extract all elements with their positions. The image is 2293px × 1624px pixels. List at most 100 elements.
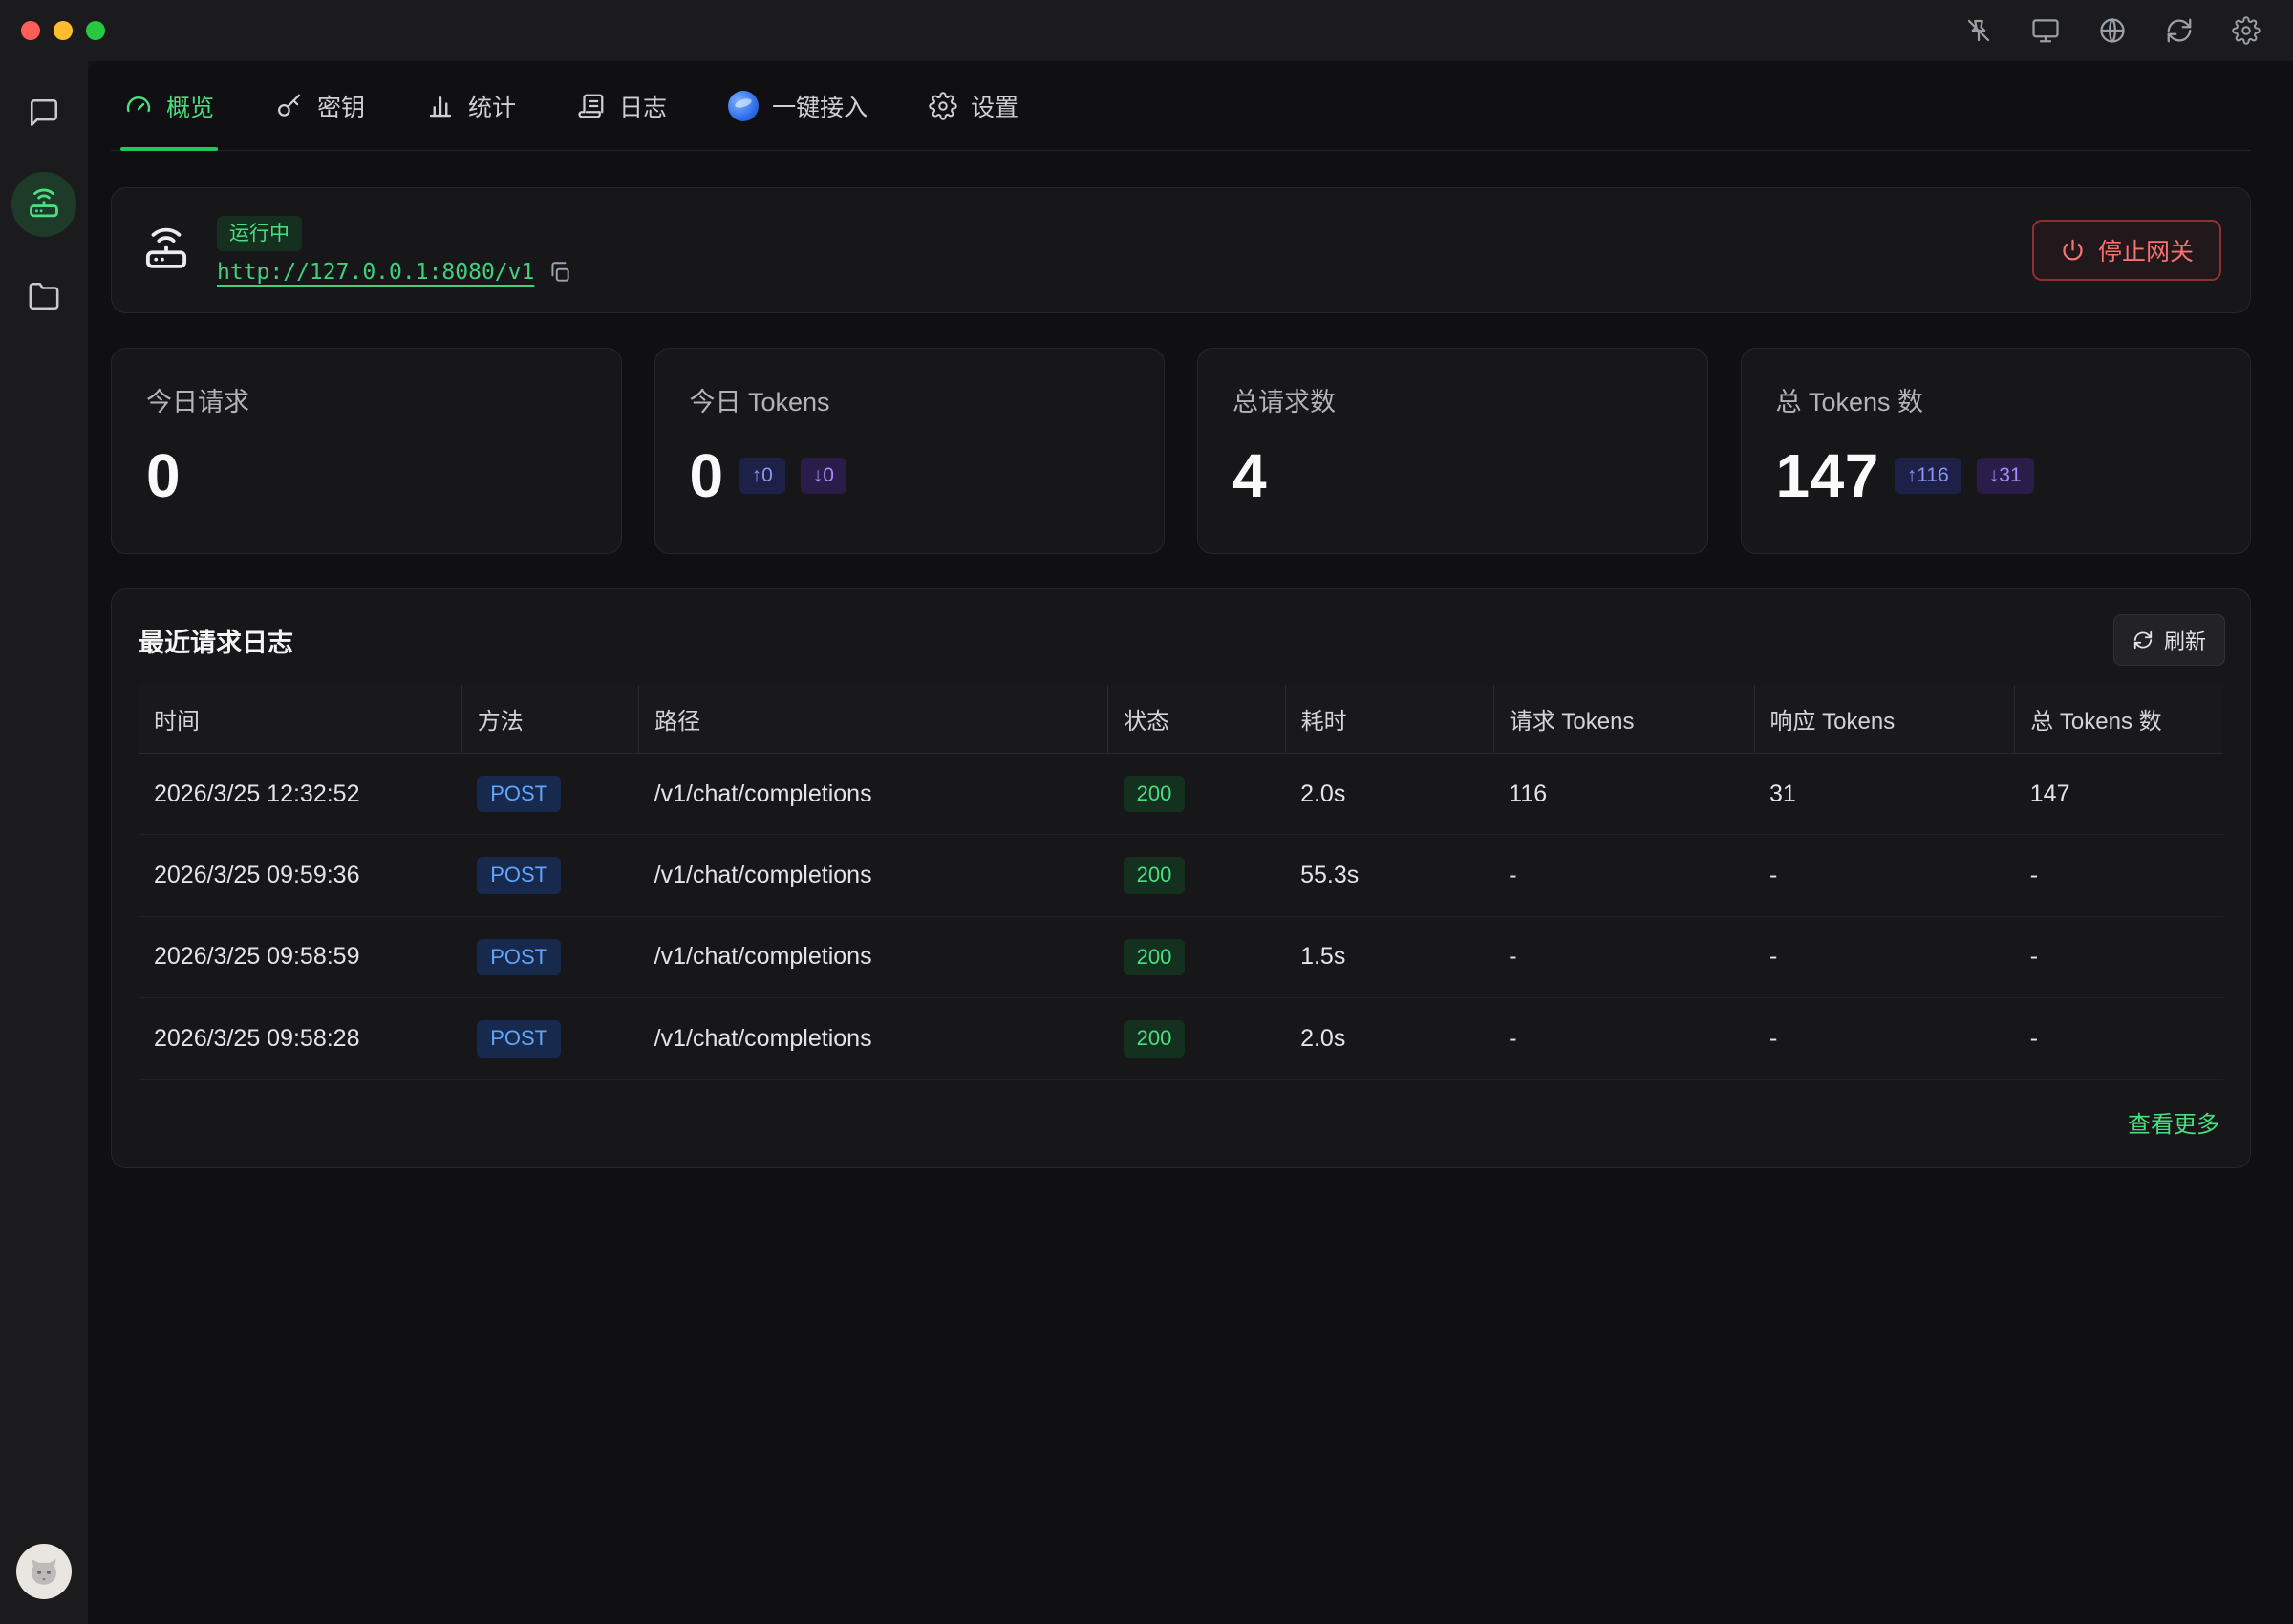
cell-path: /v1/chat/completions bbox=[639, 916, 1108, 997]
tab-label: 统计 bbox=[468, 89, 516, 123]
col-status: 状态 bbox=[1108, 685, 1285, 754]
method-badge: POST bbox=[477, 857, 561, 893]
table-row[interactable]: 2026/3/25 09:58:28 POST /v1/chat/complet… bbox=[139, 998, 2223, 1079]
gateway-url-link[interactable]: http://127.0.0.1:8080/v1 bbox=[217, 260, 534, 285]
refresh-logs-button[interactable]: 刷新 bbox=[2113, 614, 2225, 666]
tab-quick-connect[interactable]: 一键接入 bbox=[728, 61, 868, 150]
table-row[interactable]: 2026/3/25 12:32:52 POST /v1/chat/complet… bbox=[139, 754, 2223, 835]
tab-overview[interactable]: 概览 bbox=[124, 61, 214, 150]
col-total-tokens: 总 Tokens 数 bbox=[2015, 685, 2223, 754]
titlebar bbox=[0, 0, 2293, 61]
cell-req-tokens: - bbox=[1493, 835, 1754, 916]
stat-card-total-requests: 总请求数 4 bbox=[1197, 348, 1708, 554]
stop-gateway-button[interactable]: 停止网关 bbox=[2032, 220, 2221, 281]
stop-gateway-label: 停止网关 bbox=[2098, 233, 2194, 267]
sidebar-item-gateway[interactable] bbox=[11, 172, 76, 237]
tab-logs[interactable]: 日志 bbox=[577, 61, 667, 150]
zoom-window-button[interactable] bbox=[86, 21, 105, 40]
sidebar-item-chat[interactable] bbox=[19, 88, 69, 138]
folder-icon bbox=[28, 280, 60, 312]
tokens-up-badge: ↑116 bbox=[1895, 458, 1961, 493]
tokens-down-badge: ↓31 bbox=[1977, 458, 2034, 493]
status-code-badge: 200 bbox=[1124, 776, 1186, 812]
stat-label: 今日 Tokens bbox=[690, 381, 1130, 418]
cell-duration: 2.0s bbox=[1285, 998, 1493, 1079]
refresh-label: 刷新 bbox=[2164, 625, 2206, 655]
table-row[interactable]: 2026/3/25 09:59:36 POST /v1/chat/complet… bbox=[139, 835, 2223, 916]
tab-label: 设置 bbox=[971, 89, 1018, 123]
cell-res-tokens: 31 bbox=[1754, 754, 2015, 835]
col-res-tokens: 响应 Tokens bbox=[1754, 685, 2015, 754]
cell-req-tokens: - bbox=[1493, 916, 1754, 997]
stat-card-today-tokens: 今日 Tokens 0 ↑0 ↓0 bbox=[654, 348, 1166, 554]
tab-settings[interactable]: 设置 bbox=[929, 61, 1018, 150]
status-code-badge: 200 bbox=[1124, 939, 1186, 975]
method-badge: POST bbox=[477, 776, 561, 812]
col-duration: 耗时 bbox=[1285, 685, 1493, 754]
sidebar-item-files[interactable] bbox=[19, 271, 69, 321]
titlebar-actions bbox=[1964, 16, 2261, 45]
gateway-url-row: http://127.0.0.1:8080/v1 bbox=[217, 260, 572, 285]
globe-icon[interactable] bbox=[2098, 16, 2127, 45]
cell-req-tokens: - bbox=[1493, 998, 1754, 1079]
tab-label: 日志 bbox=[619, 89, 667, 123]
col-path: 路径 bbox=[639, 685, 1108, 754]
settings-icon[interactable] bbox=[2232, 16, 2261, 45]
window-controls bbox=[21, 21, 105, 40]
router-icon bbox=[26, 186, 62, 223]
recent-logs-card: 最近请求日志 刷新 时间 方法 路径 状态 耗时 请求 To bbox=[111, 588, 2251, 1168]
close-window-button[interactable] bbox=[21, 21, 40, 40]
pin-off-icon[interactable] bbox=[1964, 16, 1993, 45]
power-icon bbox=[2060, 238, 2086, 264]
gateway-status-card: 运行中 http://127.0.0.1:8080/v1 停止网关 bbox=[111, 187, 2251, 313]
tab-label: 一键接入 bbox=[772, 89, 868, 123]
col-method: 方法 bbox=[461, 685, 638, 754]
tab-keys[interactable]: 密钥 bbox=[275, 61, 365, 150]
cell-path: /v1/chat/completions bbox=[639, 835, 1108, 916]
stat-value: 0 bbox=[690, 445, 724, 506]
connect-logo-icon bbox=[728, 91, 759, 121]
router-icon bbox=[140, 224, 192, 276]
stat-card-today-requests: 今日请求 0 bbox=[111, 348, 622, 554]
method-badge: POST bbox=[477, 939, 561, 975]
chat-bubble-icon bbox=[28, 96, 60, 129]
stat-value: 4 bbox=[1232, 445, 1267, 506]
cell-duration: 2.0s bbox=[1285, 754, 1493, 835]
cell-total-tokens: - bbox=[2015, 998, 2223, 1079]
cell-time: 2026/3/25 12:32:52 bbox=[139, 754, 461, 835]
cell-duration: 55.3s bbox=[1285, 835, 1493, 916]
tokens-up-badge: ↑0 bbox=[739, 458, 785, 493]
bar-chart-icon bbox=[426, 92, 455, 120]
gauge-icon bbox=[124, 92, 153, 120]
scroll-icon bbox=[577, 92, 606, 120]
stat-label: 总 Tokens 数 bbox=[1776, 381, 2217, 418]
gateway-info: 运行中 http://127.0.0.1:8080/v1 bbox=[140, 216, 572, 285]
sidebar bbox=[0, 61, 88, 1624]
stat-card-total-tokens: 总 Tokens 数 147 ↑116 ↓31 bbox=[1741, 348, 2252, 554]
refresh-icon[interactable] bbox=[2165, 16, 2194, 45]
stat-value: 0 bbox=[146, 445, 181, 506]
minimize-window-button[interactable] bbox=[54, 21, 73, 40]
refresh-icon bbox=[2132, 630, 2154, 651]
stat-label: 今日请求 bbox=[146, 381, 587, 418]
table-row[interactable]: 2026/3/25 09:58:59 POST /v1/chat/complet… bbox=[139, 916, 2223, 997]
cell-res-tokens: - bbox=[1754, 916, 2015, 997]
cell-time: 2026/3/25 09:58:59 bbox=[139, 916, 461, 997]
status-code-badge: 200 bbox=[1124, 857, 1186, 893]
cell-total-tokens: - bbox=[2015, 916, 2223, 997]
user-avatar[interactable] bbox=[16, 1544, 72, 1599]
tab-stats[interactable]: 统计 bbox=[426, 61, 516, 150]
cell-path: /v1/chat/completions bbox=[639, 754, 1108, 835]
cell-duration: 1.5s bbox=[1285, 916, 1493, 997]
copy-icon[interactable] bbox=[547, 260, 572, 285]
key-icon bbox=[275, 92, 304, 120]
view-more-link[interactable]: 查看更多 bbox=[2128, 1105, 2219, 1139]
table-header-row: 时间 方法 路径 状态 耗时 请求 Tokens 响应 Tokens 总 Tok… bbox=[139, 685, 2223, 754]
cell-req-tokens: 116 bbox=[1493, 754, 1754, 835]
status-badge: 运行中 bbox=[217, 216, 302, 251]
display-icon[interactable] bbox=[2031, 16, 2060, 45]
tab-label: 密钥 bbox=[317, 89, 365, 123]
gateway-details: 运行中 http://127.0.0.1:8080/v1 bbox=[217, 216, 572, 285]
cell-time: 2026/3/25 09:58:28 bbox=[139, 998, 461, 1079]
avatar-cat-icon bbox=[23, 1550, 65, 1592]
